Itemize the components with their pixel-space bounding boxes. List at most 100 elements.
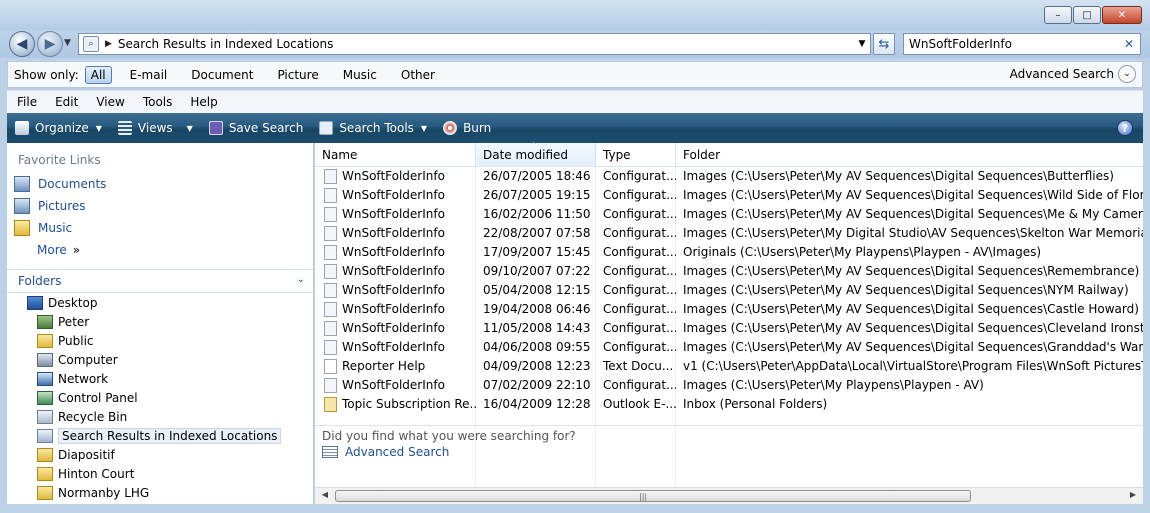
advanced-search-link[interactable]: Advanced Search <box>322 445 449 459</box>
file-row[interactable]: WnSoftFolderInfo 17/09/2007 15:45 Configur… <box>315 243 1143 262</box>
refresh-button[interactable]: ⇆ <box>873 33 895 55</box>
favorite-pictures[interactable]: Pictures <box>14 195 313 217</box>
menu-edit[interactable]: Edit <box>45 95 86 109</box>
file-row[interactable]: WnSoftFolderInfo 26/07/2005 19:15 Configur… <box>315 186 1143 205</box>
column-header-type[interactable]: Type <box>596 143 676 167</box>
file-row[interactable]: WnSoftFolderInfo 07/02/2009 22:10 Configur… <box>315 376 1143 395</box>
file-row[interactable]: WnSoftFolderInfo 16/02/2006 11:50 Configur… <box>315 205 1143 224</box>
horizontal-scrollbar[interactable]: ◀ ||| ▶ <box>315 487 1143 504</box>
filter-document-button[interactable]: Document <box>185 66 259 84</box>
file-name-cell[interactable]: WnSoftFolderInfo <box>315 262 476 281</box>
filter-all-button[interactable]: All <box>84 65 112 84</box>
filter-picture-button[interactable]: Picture <box>271 66 324 84</box>
views-button[interactable]: Views ▼ <box>117 121 193 135</box>
file-list: WnSoftFolderInfo 26/07/2005 18:46 Configur… <box>315 167 1143 414</box>
menu-file[interactable]: File <box>7 95 45 109</box>
minimize-button[interactable]: – <box>1044 6 1072 24</box>
file-folder-cell: Images (C:\Users\Peter\My AV Sequences\D… <box>683 188 1143 202</box>
filter-other-button[interactable]: Other <box>395 66 441 84</box>
tree-item-diapositif[interactable]: Diapositif <box>7 445 313 464</box>
forward-button[interactable]: ▶ <box>37 31 63 57</box>
file-name-cell[interactable]: Topic Subscription Re... <box>315 395 476 414</box>
menu-view[interactable]: View <box>86 95 132 109</box>
tree-item-recycle-bin[interactable]: Recycle Bin <box>7 407 313 426</box>
filter-music-button[interactable]: Music <box>337 66 383 84</box>
file-name-cell[interactable]: WnSoftFolderInfo <box>315 186 476 205</box>
tree-item-network[interactable]: Network <box>7 369 313 388</box>
favorite-more[interactable]: More » <box>14 239 313 261</box>
organize-button[interactable]: Organize ▼ <box>15 121 102 135</box>
advanced-search-label[interactable]: Advanced Search <box>1010 67 1114 81</box>
file-name-cell[interactable]: WnSoftFolderInfo <box>315 338 476 357</box>
config-file-icon <box>324 340 337 355</box>
file-row[interactable]: WnSoftFolderInfo 05/04/2008 12:15 Configur… <box>315 281 1143 300</box>
file-folder-cell: Images (C:\Users\Peter\My AV Sequences\D… <box>683 264 1140 278</box>
file-name-cell[interactable]: Reporter Help <box>315 357 476 376</box>
search-input[interactable]: WnSoftFolderInfo <box>909 37 1124 51</box>
file-name-cell[interactable]: WnSoftFolderInfo <box>315 319 476 338</box>
file-row[interactable]: WnSoftFolderInfo 04/06/2008 09:55 Configur… <box>315 338 1143 357</box>
close-button[interactable]: ✕ <box>1102 6 1142 24</box>
file-row[interactable]: WnSoftFolderInfo 09/10/2007 07:22 Configur… <box>315 262 1143 281</box>
chevron-down-icon[interactable]: ⌄ <box>1118 65 1136 83</box>
back-button[interactable]: ◀ <box>9 31 35 57</box>
save-search-button[interactable]: Save Search <box>208 121 303 135</box>
file-row[interactable]: Topic Subscription Re... 16/04/2009 12:28… <box>315 395 1143 414</box>
caret-down-icon[interactable]: ▼ <box>187 124 193 133</box>
file-name-cell[interactable]: WnSoftFolderInfo <box>315 300 476 319</box>
column-header-date-modified[interactable]: ^ Date modified <box>476 140 596 167</box>
file-name-cell[interactable]: WnSoftFolderInfo <box>315 167 476 186</box>
burn-button[interactable]: Burn <box>443 121 491 135</box>
menu-help[interactable]: Help <box>180 95 225 109</box>
help-icon[interactable]: ? <box>1117 120 1133 136</box>
tree-item-control-panel[interactable]: Control Panel <box>7 388 313 407</box>
file-name-cell[interactable]: WnSoftFolderInfo <box>315 205 476 224</box>
file-date-cell: 16/02/2006 11:50 <box>483 207 591 221</box>
file-name: WnSoftFolderInfo <box>342 378 445 392</box>
filter-email-button[interactable]: E-mail <box>124 66 174 84</box>
search-box[interactable]: WnSoftFolderInfo ✕ <box>903 33 1141 55</box>
address-dropdown-icon[interactable]: ▼ <box>854 39 870 49</box>
maximize-button[interactable]: □ <box>1073 6 1101 24</box>
scrollbar-thumb[interactable]: ||| <box>335 490 971 502</box>
address-path[interactable]: Search Results in Indexed Locations <box>118 37 854 51</box>
breadcrumb-arrow-icon[interactable]: ▶ <box>105 39 112 49</box>
tree-item-desktop[interactable]: Desktop <box>7 293 313 312</box>
search-tools-button[interactable]: Search Tools ▼ <box>319 121 427 135</box>
file-row[interactable]: WnSoftFolderInfo 26/07/2005 18:46 Configur… <box>315 167 1143 186</box>
config-file-icon <box>324 302 337 317</box>
tree-item-label: Control Panel <box>58 390 138 405</box>
column-header-name[interactable]: Name <box>315 143 476 167</box>
scroll-left-icon[interactable]: ◀ <box>318 490 332 499</box>
file-date-cell: 22/08/2007 07:58 <box>483 226 591 240</box>
recent-pages-dropdown[interactable]: ▼ <box>64 38 71 48</box>
tree-item-hinton-court[interactable]: Hinton Court <box>7 464 313 483</box>
address-bar[interactable]: ⌕ ▶ Search Results in Indexed Locations … <box>78 33 871 55</box>
search-folder-icon <box>37 428 53 443</box>
file-folder-cell: Images (C:\Users\Peter\My AV Sequences\D… <box>683 207 1143 221</box>
tree-item-peter[interactable]: Peter <box>7 312 313 331</box>
tree-item-public[interactable]: Public <box>7 331 313 350</box>
column-header-folder[interactable]: Folder <box>676 143 1143 167</box>
file-row[interactable]: WnSoftFolderInfo 11/05/2008 14:43 Configur… <box>315 319 1143 338</box>
file-name-cell[interactable]: WnSoftFolderInfo <box>315 281 476 300</box>
file-row[interactable]: WnSoftFolderInfo 22/08/2007 07:58 Configur… <box>315 224 1143 243</box>
file-name-cell[interactable]: WnSoftFolderInfo <box>315 243 476 262</box>
advanced-search-toggle[interactable]: Advanced Search ⌄ <box>1010 65 1136 83</box>
favorite-music[interactable]: Music <box>14 217 313 239</box>
chevron-down-icon[interactable]: ⌄ <box>297 274 305 285</box>
clear-search-icon[interactable]: ✕ <box>1124 37 1140 51</box>
file-type-cell: Configurat... <box>603 321 676 335</box>
tree-item-search-results[interactable]: Search Results in Indexed Locations <box>7 426 313 445</box>
scroll-right-icon[interactable]: ▶ <box>1126 490 1140 499</box>
file-name-cell[interactable]: WnSoftFolderInfo <box>315 376 476 395</box>
caret-down-icon: ▼ <box>95 123 102 133</box>
favorite-documents[interactable]: Documents <box>14 173 313 195</box>
tree-item-computer[interactable]: Computer <box>7 350 313 369</box>
folders-header[interactable]: Folders ⌄ <box>7 269 313 293</box>
file-name-cell[interactable]: WnSoftFolderInfo <box>315 224 476 243</box>
file-row[interactable]: Reporter Help 04/09/2008 12:23 Text Docu..… <box>315 357 1143 376</box>
tree-item-normanby-lhg[interactable]: Normanby LHG <box>7 483 313 502</box>
file-row[interactable]: WnSoftFolderInfo 19/04/2008 06:46 Configur… <box>315 300 1143 319</box>
menu-tools[interactable]: Tools <box>133 95 181 109</box>
